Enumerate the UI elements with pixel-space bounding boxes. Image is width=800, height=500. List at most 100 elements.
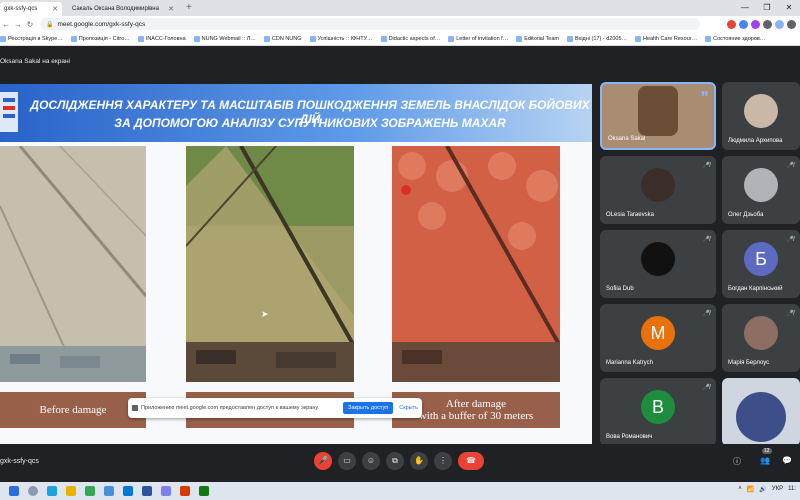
participant-tile[interactable]: 🎤̸ Олег Дзьоба <box>722 156 800 224</box>
new-tab-icon[interactable]: + <box>186 2 192 13</box>
bookmark-item[interactable]: NUNG Webmail :: Л… <box>193 35 256 42</box>
close-window-icon[interactable]: ✕ <box>778 0 800 16</box>
end-call-button[interactable]: ☎ <box>458 452 484 470</box>
satellite-image-after <box>186 146 354 382</box>
participant-name: Marianna Katrych <box>606 360 654 366</box>
participant-tile[interactable]: Людмила Архипова <box>722 82 800 150</box>
avatar[interactable] <box>775 19 784 29</box>
close-icon[interactable]: ✕ <box>168 5 174 13</box>
call-controls-bar: gxk-ssfy-qcs 🎤 ▭ ☺ ⧉ ✋ ⋮ ☎ ⓘ 👥 12 💬 <box>0 444 800 482</box>
emoji-button[interactable]: ☺ <box>362 452 380 470</box>
participant-tile-self-view[interactable] <box>722 378 800 446</box>
participant-tile[interactable]: M 🎤̸ Marianna Katrych <box>600 304 716 372</box>
bookmark-item[interactable]: Health Care Resour… <box>635 35 698 42</box>
bookmark-label: Состояние здоров… <box>713 35 766 42</box>
hide-banner-button[interactable]: Скрыть <box>399 405 418 411</box>
clock[interactable]: 11: <box>788 486 796 493</box>
bookmark-label: Health Care Resour… <box>643 35 698 42</box>
avatar <box>744 168 778 202</box>
bookmark-label: CDN NUNG <box>271 35 302 42</box>
chevron-up-icon[interactable]: ˄ <box>738 486 742 493</box>
participant-count-badge: 12 <box>762 448 772 454</box>
avatar <box>641 168 675 202</box>
close-icon[interactable]: ✕ <box>52 5 58 13</box>
teams-icon[interactable] <box>161 486 171 496</box>
banner-text: Приложению meet.google.com предоставлен … <box>141 405 320 411</box>
participant-name: Богдан Карпінський <box>728 286 783 292</box>
search-icon[interactable] <box>28 486 38 496</box>
participant-name: Вова Романович <box>606 434 653 440</box>
forward-icon[interactable]: → <box>12 20 24 29</box>
minimize-icon[interactable]: — <box>734 0 756 16</box>
chat-icon[interactable]: 💬 <box>782 456 792 465</box>
bookmark-label: INACC-Головна <box>145 35 186 42</box>
slide-title-line2: ЗА ДОПОМОГОЮ АНАЛІЗУ СУПУТНИКОВИХ ЗОБРАЖ… <box>114 116 506 130</box>
avatar: Б <box>744 242 778 276</box>
bookmark-item[interactable]: Вхідні (17) - d2005… <box>566 35 627 42</box>
stop-sharing-button[interactable]: Закрыть доступ <box>343 402 394 414</box>
slide-header: ДОСЛІДЖЕННЯ ХАРАКТЕРУ ТА МАСШТАБІВ ПОШКО… <box>0 84 592 142</box>
participant-tile[interactable]: 🎤̸ Sofiia Dub <box>600 230 716 298</box>
bookmark-label: Letter of invitation f… <box>456 35 509 42</box>
bookmark-icon <box>705 35 712 42</box>
bookmark-item[interactable]: Состояние здоров… <box>705 35 766 42</box>
browser-tab-profile[interactable]: Сакаль Оксана Володимирівна ✕ <box>68 2 178 16</box>
browser-tab-strip: gxk-ssfy-qcs ✕ Сакаль Оксана Володимирів… <box>0 0 800 16</box>
participant-tile[interactable]: В 🎤̸ Вова Романович <box>600 378 716 446</box>
store-icon[interactable] <box>104 486 114 496</box>
more-vert-icon[interactable] <box>787 19 796 29</box>
chrome-icon[interactable] <box>85 486 95 496</box>
bookmark-item[interactable]: Пропозиція - Citro… <box>70 35 130 42</box>
back-icon[interactable]: ← <box>0 20 12 29</box>
extension-icon[interactable] <box>727 19 736 29</box>
lock-icon[interactable]: 🔒 <box>46 21 53 28</box>
bookmark-item[interactable]: Editorial Team <box>516 35 559 42</box>
bookmark-item[interactable]: Реєстрація в Skype… <box>0 35 63 42</box>
bookmark-item[interactable]: Letter of invitation f… <box>448 35 509 42</box>
word-icon[interactable] <box>142 486 152 496</box>
start-icon[interactable] <box>9 486 19 496</box>
participant-tile[interactable]: Б 🎤̸ Богдан Карпінський <box>722 230 800 298</box>
address-bar: ← → ↻ 🔒 meet.google.com/gxk-ssfy-qcs <box>0 16 800 32</box>
participant-tile[interactable]: ▮▮ Oksana Sakal <box>600 82 716 150</box>
extension-icon[interactable] <box>739 19 748 29</box>
language-indicator[interactable]: УКР <box>772 486 783 493</box>
edge-icon[interactable] <box>47 486 57 496</box>
bookmark-icon <box>448 35 455 42</box>
bookmark-item[interactable]: INACC-Головна <box>137 35 186 42</box>
more-options-button[interactable]: ⋮ <box>434 452 452 470</box>
bookmark-item[interactable]: CDN NUNG <box>263 35 302 42</box>
info-icon[interactable]: ⓘ <box>733 456 741 467</box>
bookmark-icon <box>193 35 200 42</box>
bookmark-item[interactable]: Didactic aspects of… <box>380 35 441 42</box>
network-icon[interactable]: 📶 <box>747 486 754 493</box>
university-logo-icon <box>0 92 18 132</box>
avatar <box>744 94 778 128</box>
raise-hand-button[interactable]: ✋ <box>410 452 428 470</box>
mail-icon[interactable] <box>123 486 133 496</box>
bookmark-icon <box>263 35 270 42</box>
present-screen-button[interactable]: ⧉ <box>386 452 404 470</box>
bookmark-icon <box>566 35 573 42</box>
bookmark-label: Didactic aspects of… <box>388 35 441 42</box>
bookmark-item[interactable]: Успішність :: ІФНТУ… <box>309 35 373 42</box>
bookmark-label: Editorial Team <box>524 35 559 42</box>
app-icon[interactable] <box>180 486 190 496</box>
participant-tile[interactable]: 🎤̸ Марія Берлоус <box>722 304 800 372</box>
mic-off-button[interactable]: 🎤 <box>314 452 332 470</box>
browser-tab-meet[interactable]: gxk-ssfy-qcs ✕ <box>0 2 62 16</box>
people-icon[interactable]: 👥 <box>760 456 770 465</box>
participant-tile[interactable]: 🎤̸ OLesia Taraevska <box>600 156 716 224</box>
maximize-icon[interactable]: ❐ <box>756 0 778 16</box>
puzzle-icon[interactable] <box>763 19 772 29</box>
tab-label: Сакаль Оксана Володимирівна <box>72 6 159 12</box>
url-input[interactable]: 🔒 meet.google.com/gxk-ssfy-qcs <box>40 18 700 30</box>
participant-name: OLesia Taraevska <box>606 212 654 218</box>
caption-text: with a buffer of 30 meters <box>418 410 534 422</box>
camera-button[interactable]: ▭ <box>338 452 356 470</box>
volume-icon[interactable]: 🔊 <box>759 486 766 493</box>
file-explorer-icon[interactable] <box>66 486 76 496</box>
extension-icon[interactable] <box>751 19 760 29</box>
reload-icon[interactable]: ↻ <box>24 20 36 29</box>
app-icon[interactable] <box>199 486 209 496</box>
